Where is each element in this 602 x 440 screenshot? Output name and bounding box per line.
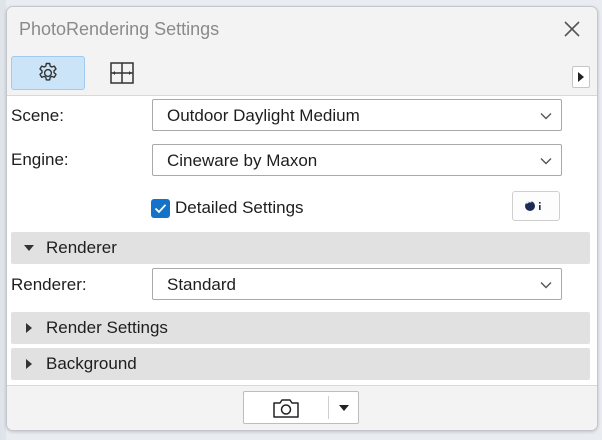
render-settings-section-label: Render Settings [46,318,168,337]
close-icon [564,21,580,37]
detailed-settings-checkbox[interactable] [151,198,170,218]
scene-label: Scene: [11,106,64,125]
triangle-right-icon [578,72,584,82]
layout-frame-icon [110,62,134,84]
expand-panel-button[interactable] [572,66,590,88]
detailed-settings-toggle[interactable]: Detailed Settings [151,197,304,219]
title-bar: PhotoRendering Settings [7,7,597,53]
chevron-down-icon [540,158,552,165]
render-settings-section-header[interactable]: Render Settings [11,312,590,344]
render-button-group [243,391,359,424]
render-button[interactable] [244,392,328,423]
chevron-down-icon [540,282,552,289]
triangle-right-icon [26,359,32,369]
render-options-dropdown-button[interactable] [329,392,358,423]
window-title: PhotoRendering Settings [19,19,220,39]
renderer-dropdown[interactable]: Standard [152,268,562,300]
scene-value: Outdoor Daylight Medium [167,106,360,125]
renderer-section-label: Renderer [46,238,117,257]
triangle-down-icon [338,404,349,411]
close-button[interactable] [561,18,583,40]
layout-tab-button[interactable] [85,56,159,90]
chevron-down-icon [540,113,552,120]
scene-dropdown[interactable]: Outdoor Daylight Medium [152,99,562,131]
triangle-down-icon [24,245,34,251]
renderer-value: Standard [167,275,236,294]
background-section-label: Background [46,354,137,373]
renderer-label: Renderer: [11,275,87,294]
toolbar [7,53,597,96]
detailed-settings-label: Detailed Settings [175,198,304,217]
engine-dropdown[interactable]: Cineware by Maxon [152,144,562,176]
camera-icon [273,398,299,418]
cinema4d-logo-icon [525,201,541,211]
renderer-section-header[interactable]: Renderer [11,232,590,264]
engine-value: Cineware by Maxon [167,151,318,170]
gear-icon [39,62,57,81]
engine-label: Engine: [11,150,69,169]
settings-tab-button[interactable] [11,56,85,90]
photorendering-settings-panel: PhotoRendering Settings Scene: Outdoor D… [6,6,598,431]
triangle-right-icon [26,323,32,333]
footer [7,385,597,430]
checkmark-icon [154,203,167,213]
cineware-info-button[interactable] [512,191,560,221]
background-section-header[interactable]: Background [11,348,590,380]
